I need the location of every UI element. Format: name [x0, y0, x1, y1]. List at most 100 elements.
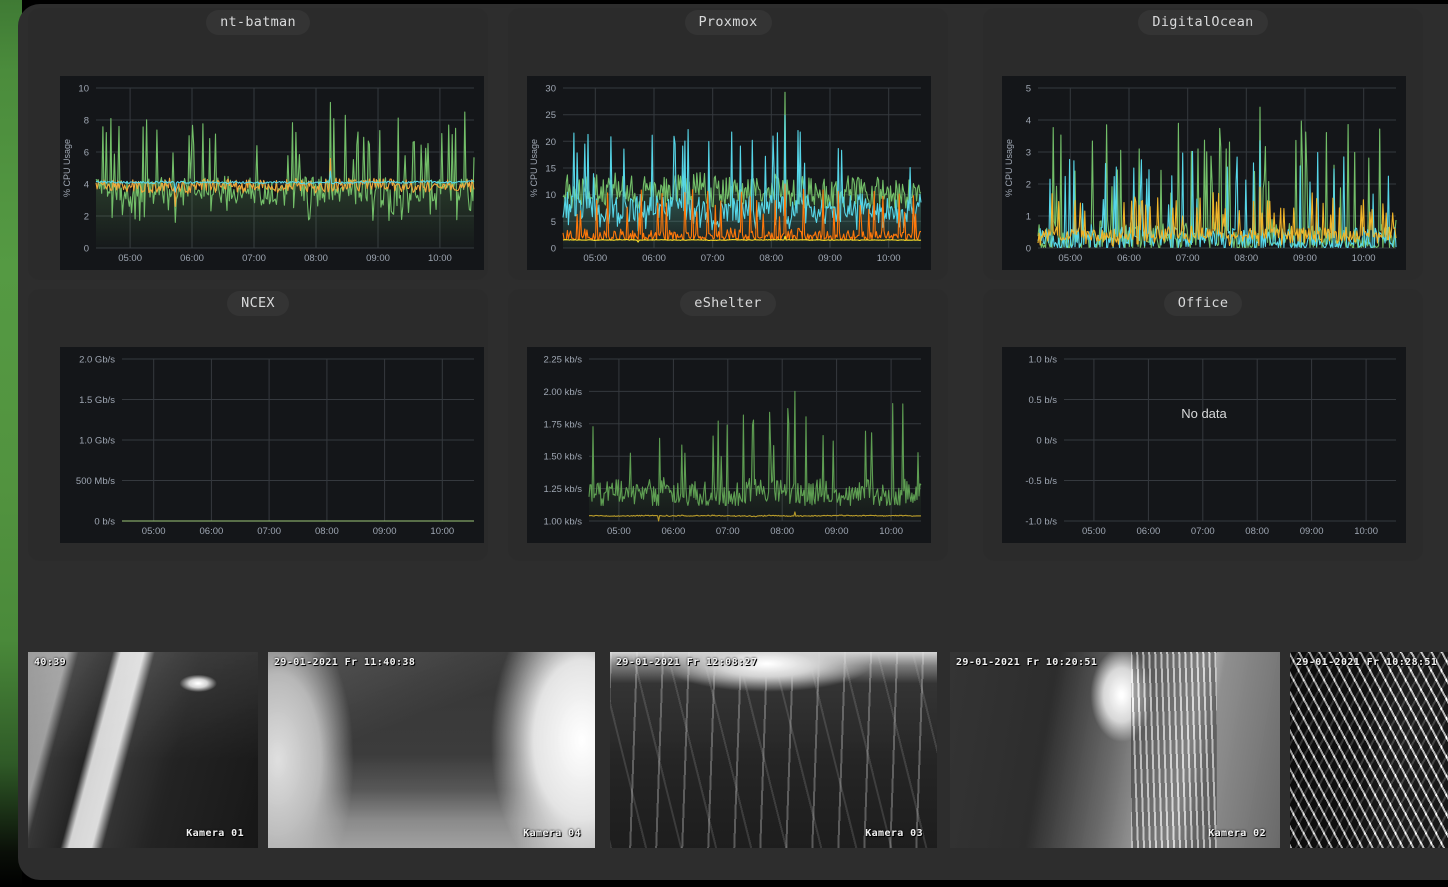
svg-text:2: 2	[1026, 180, 1031, 191]
camera-label-cam-03: Kamera 03	[865, 828, 923, 839]
svg-text:15: 15	[545, 164, 556, 175]
camera-feed-image-cam-01	[28, 652, 258, 848]
svg-text:4: 4	[84, 180, 89, 191]
svg-text:1.0 b/s: 1.0 b/s	[1028, 355, 1057, 366]
camera-feed-image-cam-05	[1290, 652, 1448, 848]
svg-text:10:00: 10:00	[877, 253, 901, 264]
svg-text:07:00: 07:00	[242, 253, 266, 264]
svg-text:3: 3	[1026, 148, 1031, 159]
panel-eshelter[interactable]: eShelter 1.00 kb/s 1.25 kb/s 1.50 kb/s 1.75…	[508, 289, 948, 561]
panel-title-proxmox[interactable]: Proxmox	[685, 10, 772, 35]
panel-title-eshelter[interactable]: eShelter	[680, 291, 775, 316]
svg-text:1.25 kb/s: 1.25 kb/s	[543, 484, 582, 495]
svg-text:06:00: 06:00	[662, 526, 686, 537]
panel-office[interactable]: Office -1.0 b/s -0.5 b/s 0 b/s 0.5 b/s 1.0 b/…	[983, 289, 1423, 561]
svg-text:8: 8	[84, 116, 89, 127]
svg-text:2.0 Gb/s: 2.0 Gb/s	[79, 355, 115, 366]
svg-text:6: 6	[84, 148, 89, 159]
panel-nt-batman[interactable]: nt-batman 024681005:0006:0007:0008:0009:…	[28, 8, 488, 280]
panel-title-wrap-office: Office	[983, 289, 1423, 317]
svg-text:06:00: 06:00	[200, 526, 224, 537]
svg-text:08:00: 08:00	[1245, 526, 1269, 537]
camera-label-cam-01: Kamera 01	[186, 828, 244, 839]
svg-text:2.00 kb/s: 2.00 kb/s	[543, 387, 582, 398]
svg-text:5: 5	[1026, 84, 1031, 95]
panel-title-wrap-proxmox: Proxmox	[508, 8, 948, 36]
svg-text:08:00: 08:00	[1234, 253, 1258, 264]
graph-ncex[interactable]: 0 b/s500 Mb/s1.0 Gb/s1.5 Gb/s2.0 Gb/s05:…	[60, 347, 484, 543]
panel-title-wrap-eshelter: eShelter	[508, 289, 948, 317]
dashboard-stage: nt-batman 024681005:0006:0007:0008:0009:…	[18, 4, 1448, 880]
camera-label-cam-02: Kamera 02	[1208, 828, 1266, 839]
svg-text:05:00: 05:00	[118, 253, 142, 264]
svg-text:20: 20	[545, 137, 556, 148]
svg-text:1.00 kb/s: 1.00 kb/s	[543, 517, 582, 528]
graph-proxmox[interactable]: 05101520253005:0006:0007:0008:0009:0010:…	[527, 76, 931, 270]
svg-text:05:00: 05:00	[1082, 526, 1106, 537]
panel-ncex[interactable]: NCEX 0 b/s500 Mb/s1.0 Gb/s1.5 Gb/s2.0 Gb…	[28, 289, 488, 561]
svg-text:06:00: 06:00	[1137, 526, 1161, 537]
svg-text:-0.5 b/s: -0.5 b/s	[1025, 476, 1057, 487]
camera-tile-cam-04[interactable]: 29-01-2021 Fr 11:40:38 Kamera 04	[268, 652, 595, 848]
panel-digitalocean[interactable]: DigitalOcean 01234505:0006:0007:0008:000…	[983, 8, 1423, 280]
svg-text:500 Mb/s: 500 Mb/s	[76, 476, 115, 487]
svg-text:1: 1	[1026, 212, 1031, 223]
svg-text:08:00: 08:00	[304, 253, 328, 264]
svg-text:1.0 Gb/s: 1.0 Gb/s	[79, 436, 115, 447]
svg-text:09:00: 09:00	[1293, 253, 1317, 264]
svg-text:08:00: 08:00	[315, 526, 339, 537]
svg-text:% CPU Usage: % CPU Usage	[62, 139, 72, 197]
camera-timestamp-cam-04: 29-01-2021 Fr 11:40:38	[274, 657, 415, 668]
camera-tile-cam-01[interactable]: 40:39 Kamera 01	[28, 652, 258, 848]
svg-text:07:00: 07:00	[257, 526, 281, 537]
svg-text:2.25 kb/s: 2.25 kb/s	[543, 355, 582, 366]
svg-text:0: 0	[551, 244, 556, 255]
panel-title-wrap-digitalocean: DigitalOcean	[983, 8, 1423, 36]
graph-office[interactable]: -1.0 b/s -0.5 b/s 0 b/s 0.5 b/s 1.0 b/s 05:00…	[1002, 347, 1406, 543]
svg-text:05:00: 05:00	[607, 526, 631, 537]
camera-feed-image-cam-02	[950, 652, 1280, 848]
graph-eshelter[interactable]: 1.00 kb/s 1.25 kb/s 1.50 kb/s 1.75 kb/s 2.00…	[527, 347, 931, 543]
svg-text:% CPU Usage: % CPU Usage	[1004, 139, 1014, 197]
svg-text:08:00: 08:00	[759, 253, 783, 264]
svg-text:10:00: 10:00	[1352, 253, 1376, 264]
svg-text:1.5 Gb/s: 1.5 Gb/s	[79, 395, 115, 406]
svg-text:10: 10	[545, 190, 556, 201]
panel-title-office[interactable]: Office	[1164, 291, 1243, 316]
svg-text:08:00: 08:00	[770, 526, 794, 537]
svg-text:07:00: 07:00	[701, 253, 725, 264]
camera-feed-image-cam-03	[610, 652, 937, 848]
camera-timestamp-cam-03: 29-01-2021 Fr 12:08:27	[616, 657, 757, 668]
svg-text:-1.0 b/s: -1.0 b/s	[1025, 517, 1057, 528]
svg-text:1.50 kb/s: 1.50 kb/s	[543, 452, 582, 463]
panel-proxmox[interactable]: Proxmox 05101520253005:0006:0007:0008:00…	[508, 8, 948, 280]
panel-title-ncex[interactable]: NCEX	[227, 291, 289, 316]
graph-nt-batman[interactable]: 024681005:0006:0007:0008:0009:0010:00% C…	[60, 76, 484, 270]
camera-tile-cam-05[interactable]: 29-01-2021 Fr 10:28:51	[1290, 652, 1448, 848]
svg-text:10:00: 10:00	[428, 253, 452, 264]
svg-text:05:00: 05:00	[142, 526, 166, 537]
svg-text:0.5 b/s: 0.5 b/s	[1028, 395, 1057, 406]
camera-tile-cam-02[interactable]: 29-01-2021 Fr 10:20:51Kamera 02	[950, 652, 1280, 848]
no-data-message-office: No data	[1002, 406, 1406, 421]
svg-text:0: 0	[84, 244, 89, 255]
svg-text:0 b/s: 0 b/s	[1036, 436, 1057, 447]
svg-text:30: 30	[545, 84, 556, 95]
svg-text:05:00: 05:00	[583, 253, 607, 264]
svg-text:09:00: 09:00	[373, 526, 397, 537]
camera-label-cam-04: Kamera 04	[523, 828, 581, 839]
svg-text:09:00: 09:00	[825, 526, 849, 537]
graph-digitalocean[interactable]: 01234505:0006:0007:0008:0009:0010:00% CP…	[1002, 76, 1406, 270]
camera-timestamp-cam-01: 40:39	[34, 657, 66, 668]
svg-text:0: 0	[1026, 244, 1031, 255]
svg-text:09:00: 09:00	[1300, 526, 1324, 537]
svg-text:1.75 kb/s: 1.75 kb/s	[543, 419, 582, 430]
camera-feed-image-cam-04	[268, 652, 595, 848]
svg-text:2: 2	[84, 212, 89, 223]
camera-tile-cam-03[interactable]: 29-01-2021 Fr 12:08:27 Kamera 03	[610, 652, 937, 848]
svg-text:07:00: 07:00	[716, 526, 740, 537]
camera-timestamp-cam-05: 29-01-2021 Fr 10:28:51	[1296, 657, 1437, 668]
svg-text:% CPU Usage: % CPU Usage	[529, 139, 539, 197]
panel-title-nt-batman[interactable]: nt-batman	[206, 10, 310, 35]
panel-title-digitalocean[interactable]: DigitalOcean	[1138, 10, 1267, 35]
